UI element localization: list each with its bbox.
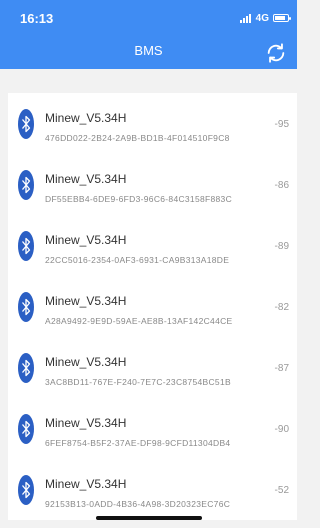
battery-icon <box>273 14 291 22</box>
device-uuid: 92153B13-0ADD-4B36-4A98-3D20323EC76C <box>45 499 231 509</box>
device-name: Minew_V5.34H <box>45 416 127 430</box>
device-list-item[interactable]: Minew_V5.34H 22CC5016-2354-0AF3-6931-CA9… <box>8 215 297 276</box>
device-uuid: DF55EBB4-6DE9-6FD3-96C6-84C3158F883C <box>45 194 233 204</box>
device-uuid: 476DD022-2B24-2A9B-BD1B-4F014510F9C8 <box>45 133 230 143</box>
signal-icon <box>239 13 252 23</box>
device-name: Minew_V5.34H <box>45 172 127 186</box>
page-title: BMS <box>134 43 163 58</box>
device-name: Minew_V5.34H <box>45 477 127 491</box>
device-rssi: -90 <box>274 424 289 435</box>
device-list-item[interactable]: Minew_V5.34H 6FEF8754-B5F2-37AE-DF98-9CF… <box>8 398 297 459</box>
device-list-item[interactable]: Minew_V5.34H 476DD022-2B24-2A9B-BD1B-4F0… <box>8 93 297 154</box>
status-time: 16:13 <box>20 11 54 26</box>
bluetooth-icon <box>18 231 34 261</box>
status-indicators: 4G <box>239 11 291 25</box>
device-list-item[interactable]: Minew_V5.34H 3AC8BD11-767E-F240-7E7C-23C… <box>8 337 297 398</box>
refresh-icon[interactable] <box>265 42 287 64</box>
device-name: Minew_V5.34H <box>45 355 127 369</box>
bluetooth-icon <box>18 353 34 383</box>
bluetooth-icon <box>18 109 34 139</box>
device-rssi: -52 <box>274 485 289 496</box>
device-uuid: A28A9492-9E9D-59AE-AE8B-13AF142C44CE <box>45 316 233 326</box>
device-name: Minew_V5.34H <box>45 111 127 125</box>
device-list-item[interactable]: Minew_V5.34H DF55EBB4-6DE9-6FD3-96C6-84C… <box>8 154 297 215</box>
device-rssi: -95 <box>274 119 289 130</box>
device-uuid: 22CC5016-2354-0AF3-6931-CA9B313A18DE <box>45 255 230 265</box>
device-uuid: 3AC8BD11-767E-F240-7E7C-23C8754BC51B <box>45 377 231 387</box>
bluetooth-icon <box>18 170 34 200</box>
device-name: Minew_V5.34H <box>45 294 127 308</box>
app-header: 16:13 4G BMS <box>0 0 297 69</box>
device-uuid: 6FEF8754-B5F2-37AE-DF98-9CFD11304DB4 <box>45 438 231 448</box>
bluetooth-icon <box>18 414 34 444</box>
device-rssi: -87 <box>274 363 289 374</box>
device-list-item[interactable]: Minew_V5.34H 92153B13-0ADD-4B36-4A98-3D2… <box>8 459 297 520</box>
device-rssi: -89 <box>274 241 289 252</box>
device-rssi: -82 <box>274 302 289 313</box>
device-name: Minew_V5.34H <box>45 233 127 247</box>
network-type: 4G <box>255 12 269 24</box>
bluetooth-icon <box>18 475 34 505</box>
home-indicator[interactable] <box>96 516 202 520</box>
device-rssi: -86 <box>274 180 289 191</box>
device-list-item[interactable]: Minew_V5.34H A28A9492-9E9D-59AE-AE8B-13A… <box>8 276 297 337</box>
bluetooth-icon <box>18 292 34 322</box>
